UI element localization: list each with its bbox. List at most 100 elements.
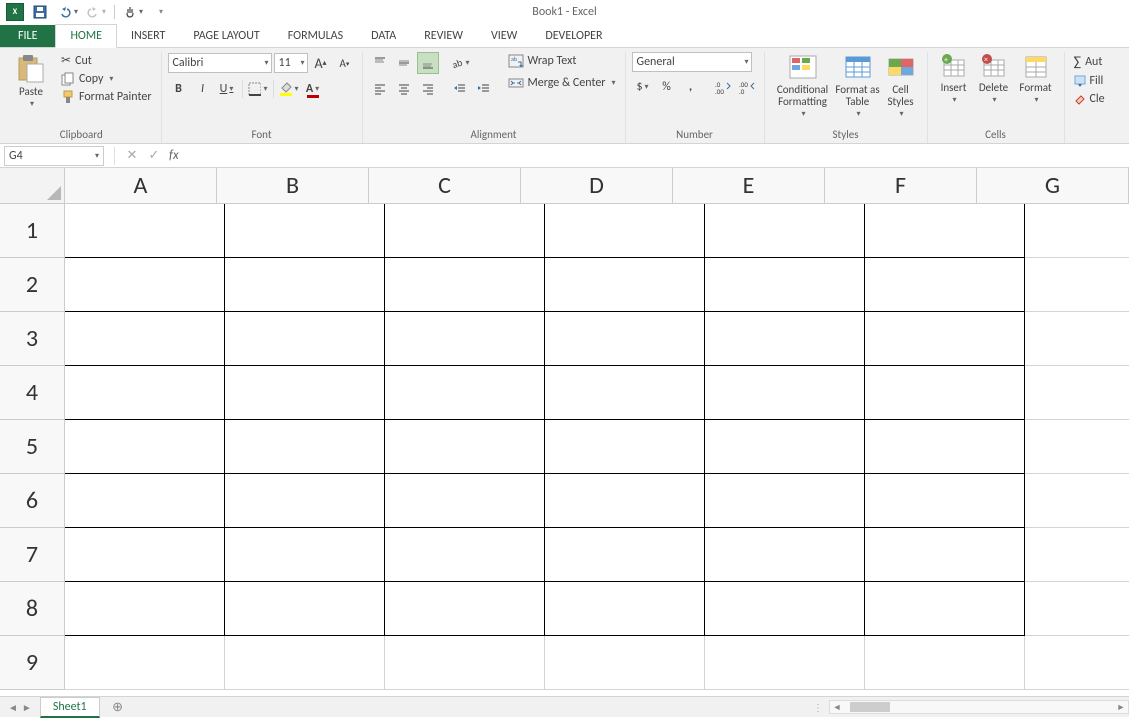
insert-cells-button[interactable]: + Insert xyxy=(934,52,974,107)
cell-A9[interactable] xyxy=(65,636,225,690)
merge-center-button[interactable]: Merge & Center xyxy=(505,74,619,92)
conditional-formatting-button[interactable]: Conditional Formatting xyxy=(771,52,835,121)
redo-button[interactable] xyxy=(84,2,108,22)
cell-B3[interactable] xyxy=(225,312,385,366)
row-header-4[interactable]: 4 xyxy=(0,366,65,420)
cell-E3[interactable] xyxy=(705,312,865,366)
cell-C8[interactable] xyxy=(385,582,545,636)
scroll-right-button[interactable]: ► xyxy=(1114,702,1128,713)
customize-qat-button[interactable]: ▾ xyxy=(149,2,173,22)
tab-data[interactable]: DATA xyxy=(357,25,410,47)
cell-E1[interactable] xyxy=(705,204,865,258)
row-header-8[interactable]: 8 xyxy=(0,582,65,636)
tab-file[interactable]: FILE xyxy=(0,25,55,47)
underline-button[interactable]: U xyxy=(216,78,238,100)
shrink-font-button[interactable]: A▾ xyxy=(334,52,356,74)
row-header-9[interactable]: 9 xyxy=(0,636,65,690)
column-header-F[interactable]: F xyxy=(825,168,977,204)
cell-B5[interactable] xyxy=(225,420,385,474)
cell-C5[interactable] xyxy=(385,420,545,474)
cell-G1[interactable] xyxy=(1025,204,1129,258)
cell-F2[interactable] xyxy=(865,258,1025,312)
row-header-7[interactable]: 7 xyxy=(0,528,65,582)
font-size-combo[interactable]: 11 xyxy=(274,53,308,73)
align-middle-button[interactable] xyxy=(393,52,415,74)
cell-C7[interactable] xyxy=(385,528,545,582)
cell-A6[interactable] xyxy=(65,474,225,528)
cell-G9[interactable] xyxy=(1025,636,1129,690)
format-as-table-button[interactable]: Format as Table xyxy=(835,52,881,121)
decrease-indent-button[interactable] xyxy=(449,78,471,100)
cell-G4[interactable] xyxy=(1025,366,1129,420)
cell-F5[interactable] xyxy=(865,420,1025,474)
decrease-decimal-button[interactable]: .00.0 xyxy=(736,76,758,98)
column-header-D[interactable]: D xyxy=(521,168,673,204)
fill-button[interactable]: Fill xyxy=(1071,73,1107,89)
cell-D3[interactable] xyxy=(545,312,705,366)
cell-C1[interactable] xyxy=(385,204,545,258)
undo-button[interactable] xyxy=(56,2,80,22)
cell-D5[interactable] xyxy=(545,420,705,474)
format-painter-button[interactable]: Format Painter xyxy=(58,89,155,105)
cell-D8[interactable] xyxy=(545,582,705,636)
cell-B8[interactable] xyxy=(225,582,385,636)
wrap-text-button[interactable]: abWrap Text xyxy=(505,52,619,70)
cell-B6[interactable] xyxy=(225,474,385,528)
cell-A8[interactable] xyxy=(65,582,225,636)
cell-G6[interactable] xyxy=(1025,474,1129,528)
cell-D1[interactable] xyxy=(545,204,705,258)
align-center-button[interactable] xyxy=(393,78,415,100)
cell-C6[interactable] xyxy=(385,474,545,528)
cell-C3[interactable] xyxy=(385,312,545,366)
cell-F9[interactable] xyxy=(865,636,1025,690)
cell-F8[interactable] xyxy=(865,582,1025,636)
column-header-E[interactable]: E xyxy=(673,168,825,204)
horizontal-scrollbar[interactable]: ◄ ► xyxy=(829,700,1129,714)
increase-decimal-button[interactable]: .0.00 xyxy=(712,76,734,98)
column-header-G[interactable]: G xyxy=(977,168,1129,204)
row-header-5[interactable]: 5 xyxy=(0,420,65,474)
cell-styles-button[interactable]: Cell Styles xyxy=(881,52,921,121)
cell-A3[interactable] xyxy=(65,312,225,366)
cell-C4[interactable] xyxy=(385,366,545,420)
align-top-button[interactable] xyxy=(369,52,391,74)
cell-G7[interactable] xyxy=(1025,528,1129,582)
cell-D9[interactable] xyxy=(545,636,705,690)
cell-A1[interactable] xyxy=(65,204,225,258)
tab-review[interactable]: REVIEW xyxy=(410,25,477,47)
cell-E2[interactable] xyxy=(705,258,865,312)
save-button[interactable] xyxy=(28,2,52,22)
new-sheet-button[interactable]: ⊕ xyxy=(108,700,128,715)
number-format-combo[interactable]: General xyxy=(632,52,752,72)
cell-D4[interactable] xyxy=(545,366,705,420)
cell-G2[interactable] xyxy=(1025,258,1129,312)
tab-developer[interactable]: DEVELOPER xyxy=(531,25,616,47)
cell-G3[interactable] xyxy=(1025,312,1129,366)
orientation-button[interactable]: ab xyxy=(449,52,471,74)
bold-button[interactable]: B xyxy=(168,78,190,100)
grow-font-button[interactable]: A▴ xyxy=(310,52,332,74)
percent-format-button[interactable]: % xyxy=(656,76,678,98)
accounting-format-button[interactable]: $ xyxy=(632,76,654,98)
cell-F1[interactable] xyxy=(865,204,1025,258)
cell-D7[interactable] xyxy=(545,528,705,582)
cell-E5[interactable] xyxy=(705,420,865,474)
fx-icon[interactable]: fx xyxy=(165,148,183,163)
clear-button[interactable]: Cle xyxy=(1071,91,1108,107)
row-header-3[interactable]: 3 xyxy=(0,312,65,366)
sheet-nav-prev[interactable]: ◄ xyxy=(8,701,18,714)
cell-B9[interactable] xyxy=(225,636,385,690)
sheet-tab-sheet1[interactable]: Sheet1 xyxy=(40,697,100,718)
cell-E8[interactable] xyxy=(705,582,865,636)
borders-button[interactable] xyxy=(247,78,269,100)
font-name-combo[interactable]: Calibri xyxy=(168,53,272,73)
cell-E7[interactable] xyxy=(705,528,865,582)
cell-E4[interactable] xyxy=(705,366,865,420)
formula-input[interactable] xyxy=(183,146,1129,166)
cell-E6[interactable] xyxy=(705,474,865,528)
fill-color-button[interactable] xyxy=(278,78,300,100)
cell-D6[interactable] xyxy=(545,474,705,528)
italic-button[interactable]: I xyxy=(192,78,214,100)
cell-A2[interactable] xyxy=(65,258,225,312)
sheet-nav-next[interactable]: ► xyxy=(22,701,32,714)
